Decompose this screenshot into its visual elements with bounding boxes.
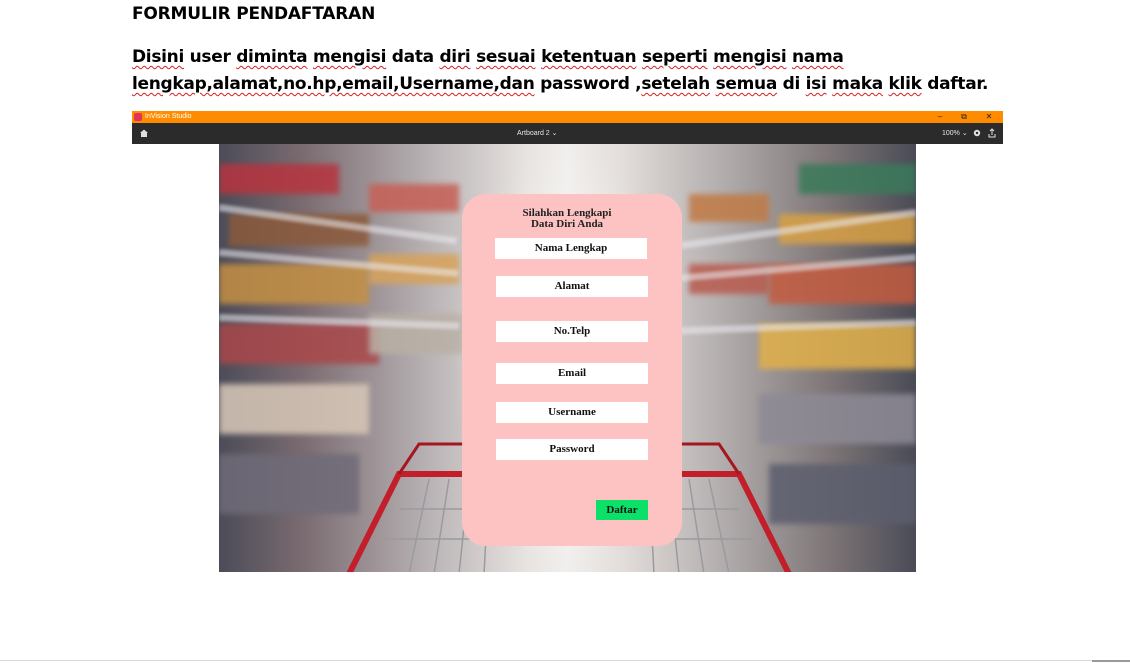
desc-text: di [777, 74, 806, 94]
desc-word: diminta [236, 47, 308, 67]
app-toolbar: Artboard 2 ⌄ 100% ⌄ [132, 123, 1003, 144]
artboard: Silahkan Lengkapi Data Diri Anda Nama Le… [219, 144, 916, 572]
document-heading: FORMULIR PENDAFTARAN [132, 4, 376, 24]
full-name-field[interactable]: Nama Lengkap [495, 238, 647, 259]
daftar-button[interactable]: Daftar [596, 500, 648, 520]
phone-field[interactable]: No.Telp [496, 321, 648, 342]
home-icon[interactable] [139, 128, 149, 138]
desc-word: mengisi [312, 47, 387, 67]
desc-text: user [184, 47, 237, 67]
desc-text: password , [534, 74, 642, 94]
page-scroll-indicator[interactable] [1092, 660, 1130, 662]
desc-word: setelah [641, 74, 710, 94]
desc-word: semua [715, 74, 778, 94]
app-titlebar: InVision Studio – ⧉ ✕ [132, 111, 1003, 123]
settings-icon[interactable] [972, 128, 982, 138]
registration-form-card: Silahkan Lengkapi Data Diri Anda Nama Le… [462, 194, 682, 546]
embedded-screenshot: InVision Studio – ⧉ ✕ Artboard 2 ⌄ 100% … [132, 111, 1003, 572]
artboard-selector[interactable]: Artboard 2 ⌄ [517, 123, 558, 144]
background-shelf-products [219, 454, 359, 514]
desc-word: ketentuan [541, 47, 637, 67]
background-shelf-products [219, 384, 369, 434]
share-icon[interactable] [987, 128, 997, 138]
desc-word: mengisi [713, 47, 787, 67]
username-field[interactable]: Username [496, 402, 648, 423]
desc-word: nama [792, 47, 844, 67]
desc-word: lengkap,alamat,no.hp,email,Username,dan [132, 74, 535, 94]
email-field[interactable]: Email [496, 363, 648, 384]
desc-word: seperti [641, 47, 708, 67]
app-name: InVision Studio [145, 113, 192, 120]
invision-logo-icon [134, 113, 142, 121]
page-divider [0, 660, 1130, 661]
restore-button[interactable]: ⧉ [956, 111, 972, 123]
desc-word: sesuai [476, 47, 536, 67]
background-shelf-products [219, 164, 339, 194]
desc-word: maka [832, 74, 883, 94]
background-shelf-products [219, 324, 379, 364]
background-shelf-products [759, 324, 916, 369]
desc-word: isi [805, 74, 827, 94]
desc-text: daftar. [921, 74, 989, 94]
document-description: Disini user diminta mengisi data diri se… [132, 44, 1012, 98]
background-shelf-products [799, 164, 916, 194]
background-shelf-products [219, 264, 369, 304]
desc-text: data [386, 47, 440, 67]
address-field[interactable]: Alamat [496, 276, 648, 297]
design-canvas: Silahkan Lengkapi Data Diri Anda Nama Le… [132, 144, 1003, 572]
background-shelf-products [689, 194, 769, 222]
minimize-button[interactable]: – [932, 111, 948, 123]
close-button[interactable]: ✕ [981, 111, 997, 123]
desc-word: diri [439, 47, 471, 67]
form-title-line2: Data Diri Anda [530, 218, 604, 230]
form-title: Silahkan Lengkapi Data Diri Anda [462, 208, 672, 230]
desc-word: klik [888, 74, 922, 94]
zoom-selector[interactable]: 100% ⌄ [942, 123, 968, 144]
desc-word: Disini [132, 47, 185, 67]
password-field[interactable]: Password [496, 439, 648, 460]
background-shelf-products [369, 184, 459, 212]
